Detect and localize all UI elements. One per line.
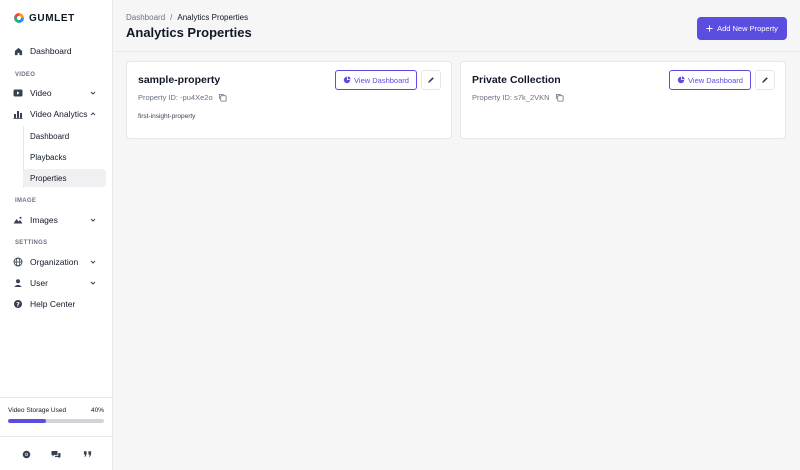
sidebar-subitem-dashboard[interactable]: Dashboard bbox=[23, 127, 106, 145]
view-dashboard-button[interactable]: View Dashboard bbox=[335, 70, 417, 90]
sidebar-subitem-properties[interactable]: Properties bbox=[23, 169, 106, 187]
sidebar-item-user[interactable]: User bbox=[8, 274, 106, 292]
chevron-down-icon[interactable] bbox=[88, 215, 98, 225]
pie-chart-icon bbox=[677, 76, 685, 84]
edit-property-button[interactable] bbox=[755, 70, 775, 90]
edit-property-button[interactable] bbox=[421, 70, 441, 90]
user-icon bbox=[13, 278, 23, 288]
header-divider bbox=[114, 51, 800, 52]
sidebar-item-help-center[interactable]: ? Help Center bbox=[8, 295, 106, 313]
chevron-up-icon[interactable] bbox=[88, 109, 98, 119]
property-title: sample-property bbox=[138, 74, 221, 86]
add-new-property-button[interactable]: Add New Property bbox=[697, 17, 787, 40]
chevron-down-icon[interactable] bbox=[88, 278, 98, 288]
image-icon bbox=[13, 215, 23, 225]
property-title: Private Collection bbox=[472, 74, 561, 86]
pencil-icon bbox=[428, 77, 434, 83]
view-dashboard-label: View Dashboard bbox=[688, 75, 743, 85]
sidebar-item-organization[interactable]: Organization bbox=[8, 253, 106, 271]
sidebar-subitem-playbacks[interactable]: Playbacks bbox=[23, 148, 106, 166]
storage-usage: Video Storage Used 40% bbox=[0, 397, 113, 433]
sidebar-item-label: Video bbox=[30, 88, 52, 98]
property-id-text: Property ID: -pu4Xe2o bbox=[138, 93, 213, 102]
pencil-icon bbox=[762, 77, 768, 83]
video-icon bbox=[13, 88, 23, 98]
section-label-image: IMAGE bbox=[15, 198, 37, 204]
chevron-down-icon[interactable] bbox=[88, 88, 98, 98]
svg-text:?: ? bbox=[16, 300, 20, 308]
sidebar-item-video-analytics[interactable]: Video Analytics bbox=[8, 105, 106, 123]
property-id: Property ID: -pu4Xe2o bbox=[138, 93, 227, 102]
storage-percent: 40% bbox=[90, 407, 104, 414]
chevron-down-icon[interactable] bbox=[88, 257, 98, 267]
breadcrumb-link-dashboard[interactable]: Dashboard bbox=[126, 13, 165, 22]
breadcrumb: Dashboard / Analytics Properties bbox=[126, 13, 248, 22]
home-icon bbox=[13, 46, 23, 56]
section-label-settings: SETTINGS bbox=[15, 240, 48, 246]
sidebar-item-dashboard[interactable]: Dashboard bbox=[8, 42, 106, 60]
pie-chart-icon bbox=[343, 76, 351, 84]
sidebar-item-video[interactable]: Video bbox=[8, 84, 106, 102]
sidebar-item-label: User bbox=[30, 278, 48, 288]
plus-icon bbox=[706, 25, 713, 32]
logo-text: GUMLET bbox=[29, 12, 75, 24]
sidebar-item-label: Dashboard bbox=[30, 46, 72, 56]
add-button-label: Add New Property bbox=[717, 24, 778, 33]
property-card: sample-property Property ID: -pu4Xe2o fi… bbox=[126, 61, 452, 139]
property-id: Property ID: s7k_2VKN bbox=[472, 93, 564, 102]
page-title: Analytics Properties bbox=[126, 25, 252, 40]
sidebar-item-label: Organization bbox=[30, 257, 79, 267]
gumlet-logo-mark bbox=[14, 13, 24, 23]
globe-icon bbox=[13, 257, 23, 267]
sidebar-item-images[interactable]: Images bbox=[8, 211, 106, 229]
section-label-video: VIDEO bbox=[15, 72, 36, 78]
bar-chart-icon bbox=[13, 109, 23, 119]
sidebar: GUMLET Dashboard VIDEO Video Video Analy… bbox=[0, 0, 113, 470]
chrome-icon[interactable] bbox=[21, 449, 31, 459]
copy-icon[interactable] bbox=[218, 93, 227, 102]
property-card: Private Collection Property ID: s7k_2VKN… bbox=[460, 61, 786, 139]
sidebar-item-label: Images bbox=[30, 215, 58, 225]
property-tag: first-insight-property bbox=[138, 113, 196, 120]
gumlet-logo[interactable]: GUMLET bbox=[13, 12, 75, 24]
storage-progress-fill bbox=[8, 419, 47, 423]
sidebar-bottom-bar bbox=[0, 436, 113, 470]
sidebar-item-label: Video Analytics bbox=[30, 109, 88, 119]
breadcrumb-current: Analytics Properties bbox=[177, 13, 249, 22]
property-id-text: Property ID: s7k_2VKN bbox=[472, 93, 550, 102]
sidebar-item-label: Help Center bbox=[30, 299, 76, 309]
view-dashboard-label: View Dashboard bbox=[354, 75, 409, 85]
view-dashboard-button[interactable]: View Dashboard bbox=[669, 70, 751, 90]
storage-label: Video Storage Used bbox=[8, 407, 67, 414]
help-icon: ? bbox=[13, 299, 23, 309]
chat-icon[interactable] bbox=[51, 449, 61, 459]
breadcrumb-separator: / bbox=[170, 13, 173, 22]
storage-progress-bar bbox=[8, 419, 104, 423]
copy-icon[interactable] bbox=[555, 93, 564, 102]
quote-icon[interactable] bbox=[82, 449, 92, 459]
